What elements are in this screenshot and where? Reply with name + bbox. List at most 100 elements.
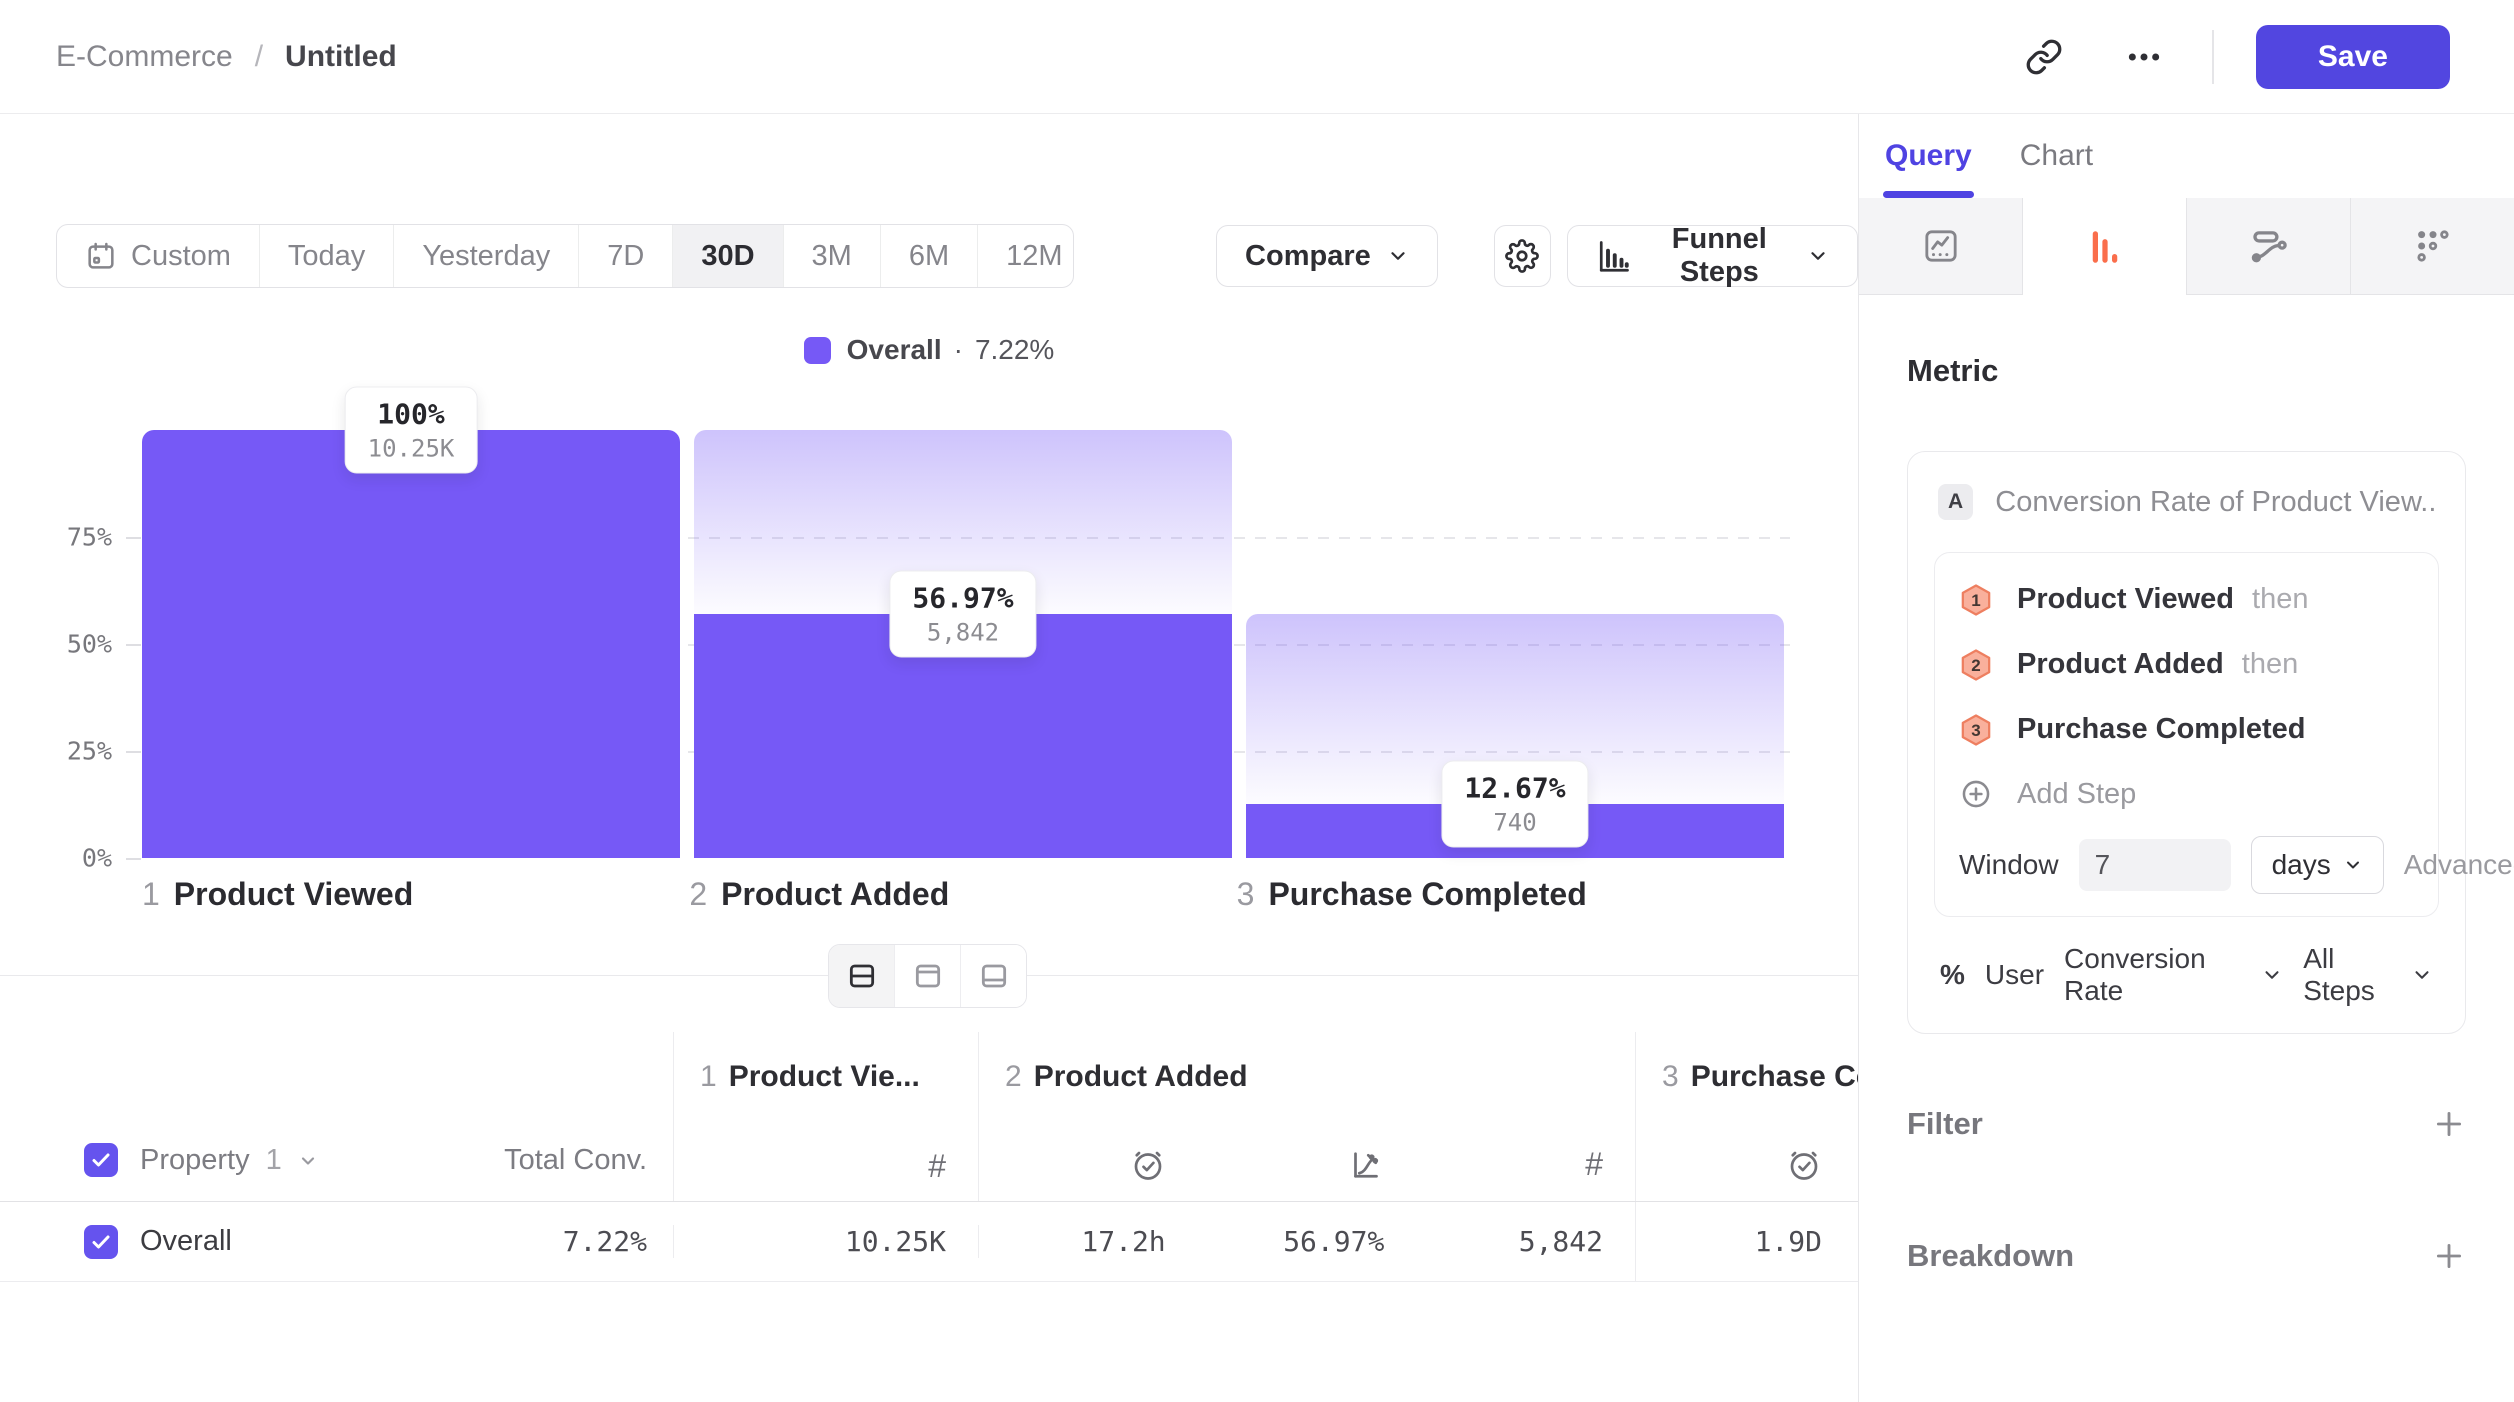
column-step-2-title[interactable]: 2 Product Added bbox=[979, 1060, 1635, 1094]
funnel-report-app: E-Commerce / Untitled Save bbox=[0, 0, 2514, 1402]
avg-time-to-convert-icon[interactable] bbox=[979, 1147, 1198, 1183]
breadcrumb-report-title[interactable]: Untitled bbox=[285, 40, 397, 74]
save-button[interactable]: Save bbox=[2256, 25, 2450, 89]
measurement-row: % User Conversion Rate All Steps bbox=[1934, 943, 2439, 1007]
funnel-bars-icon bbox=[2084, 226, 2126, 268]
chevron-down-icon bbox=[2261, 964, 2283, 986]
date-range-control: Custom Today Yesterday 7D 30D 3M 6M 12M … bbox=[56, 224, 1074, 288]
panel-tabs: Query Chart bbox=[1859, 114, 2514, 198]
tab-query[interactable]: Query bbox=[1885, 114, 1972, 198]
select-all-checkbox[interactable] bbox=[84, 1143, 118, 1177]
window-unit-label: days bbox=[2272, 849, 2331, 881]
query-step-3[interactable]: 3 Purchase Completed bbox=[1959, 697, 2414, 762]
flows-icon bbox=[2248, 225, 2290, 267]
advanced-toggle[interactable]: Advanced bbox=[2404, 849, 2514, 881]
metric-title-row[interactable]: A Conversion Rate of Product View... bbox=[1934, 476, 2439, 528]
date-range-30d[interactable]: 30D bbox=[673, 225, 783, 287]
funnel-step-label-1: 1Product Viewed bbox=[142, 876, 689, 913]
query-panel: Query Chart bbox=[1858, 114, 2514, 1402]
property-selector[interactable]: Property 1 bbox=[140, 1144, 318, 1177]
add-filter-button[interactable] bbox=[2432, 1107, 2466, 1141]
copy-link-button[interactable] bbox=[2018, 31, 2070, 83]
y-axis-tick-label: 50% bbox=[8, 630, 112, 659]
funnel-bar-1[interactable] bbox=[142, 430, 680, 858]
content: Custom Today Yesterday 7D 30D 3M 6M 12M … bbox=[0, 114, 2514, 1402]
step-index: 2 bbox=[1005, 1060, 1022, 1094]
report-type-funnels-tab[interactable] bbox=[2023, 198, 2187, 295]
y-axis-tick-label: 0% bbox=[8, 844, 112, 873]
step-2-conversion-rate: 56.97% bbox=[1198, 1225, 1417, 1258]
date-range-3m[interactable]: 3M bbox=[784, 225, 881, 287]
date-range-6m[interactable]: 6M bbox=[881, 225, 978, 287]
window-value-input[interactable] bbox=[2079, 839, 2231, 891]
date-range-7d[interactable]: 7D bbox=[579, 225, 673, 287]
tab-chart[interactable]: Chart bbox=[2020, 114, 2093, 198]
funnel-step-label-3: 3Purchase Completed bbox=[1237, 876, 1784, 913]
report-type-flows-tab[interactable] bbox=[2187, 198, 2351, 295]
report-type-retention-tab[interactable] bbox=[2351, 198, 2514, 295]
column-step-1-metrics: # bbox=[674, 1149, 978, 1183]
table-row-overall[interactable]: Overall 7.22% 10.25K 17.2h 56.97% 5,842 bbox=[0, 1202, 1858, 1282]
add-breakdown-button[interactable] bbox=[2432, 1239, 2466, 1273]
row-checkbox[interactable] bbox=[84, 1225, 118, 1259]
report-type-insights-tab[interactable] bbox=[1859, 198, 2023, 295]
layout-table-only-button[interactable] bbox=[961, 945, 1026, 1007]
breadcrumb: E-Commerce / Untitled bbox=[56, 40, 397, 74]
percent-symbol: % bbox=[1940, 959, 1965, 991]
column-step-1-title[interactable]: 1 Product Vie... bbox=[674, 1060, 978, 1094]
layout-chart-only-button[interactable] bbox=[895, 945, 961, 1007]
row-property-cell: Overall 7.22% bbox=[0, 1225, 673, 1259]
chart-table-divider bbox=[0, 975, 1858, 976]
query-step-1[interactable]: 1 Product Viewed then bbox=[1959, 567, 2414, 632]
chart-legend: Overall · 7.22% bbox=[0, 334, 1858, 366]
add-step-button[interactable]: Add Step bbox=[1959, 762, 2414, 826]
funnel-steps-card: 1 Product Viewed then 2 Product Added th… bbox=[1934, 552, 2439, 917]
query-panel-body: Metric A Conversion Rate of Product View… bbox=[1859, 353, 2514, 1274]
table-header-property: Property 1 Total Conv. bbox=[0, 1032, 673, 1201]
conversion-count: 10.25K bbox=[368, 435, 455, 463]
chart-settings-button[interactable] bbox=[1494, 225, 1551, 287]
step-2-count: 5,842 bbox=[1416, 1225, 1635, 1258]
calendar-icon bbox=[85, 240, 117, 272]
y-axis-tick-label: 25% bbox=[8, 737, 112, 766]
row-step-2-cell: 17.2h 56.97% 5,842 bbox=[978, 1225, 1635, 1258]
measurement-select[interactable]: Conversion Rate bbox=[2064, 943, 2283, 1007]
date-range-12m[interactable]: 12M bbox=[978, 225, 1074, 287]
conversion-rate-icon[interactable] bbox=[1198, 1147, 1417, 1183]
window-unit-select[interactable]: days bbox=[2251, 836, 2384, 894]
layout-split-view-button[interactable] bbox=[829, 945, 895, 1007]
chevron-down-icon bbox=[2411, 964, 2433, 986]
query-step-2[interactable]: 2 Product Added then bbox=[1959, 632, 2414, 697]
compare-button[interactable]: Compare bbox=[1216, 225, 1438, 287]
counting-entity[interactable]: User bbox=[1985, 959, 2044, 991]
step-event-name: Purchase Completed bbox=[2017, 713, 2305, 746]
total-conversion-header[interactable]: Total Conv. bbox=[504, 1144, 647, 1177]
y-axis-tick-label: 75% bbox=[8, 523, 112, 552]
step-index: 3 bbox=[1662, 1060, 1679, 1094]
column-step-3-title[interactable]: 3 Purchase Completed bbox=[1636, 1060, 1858, 1094]
conversion-count: 740 bbox=[1464, 808, 1565, 836]
chevron-down-icon bbox=[1807, 245, 1829, 267]
date-range-custom-label: Custom bbox=[131, 240, 231, 273]
column-step-2-metrics: # bbox=[979, 1147, 1635, 1183]
svg-text:2: 2 bbox=[1971, 655, 1980, 674]
count-metric-icon[interactable]: # bbox=[1416, 1147, 1635, 1183]
more-options-button[interactable] bbox=[2118, 31, 2170, 83]
row-step-1-cell: 10.25K bbox=[673, 1225, 978, 1258]
date-range-today[interactable]: Today bbox=[260, 225, 394, 287]
row-name: Overall bbox=[140, 1225, 232, 1258]
date-range-yesterday[interactable]: Yesterday bbox=[394, 225, 579, 287]
conversion-percent: 12.67% bbox=[1464, 771, 1565, 804]
gear-icon bbox=[1505, 239, 1539, 273]
breadcrumb-project[interactable]: E-Commerce bbox=[56, 40, 233, 74]
add-step-label: Add Step bbox=[2017, 778, 2136, 811]
y-axis-tick bbox=[126, 858, 141, 860]
avg-time-to-convert-icon[interactable] bbox=[1636, 1147, 1858, 1183]
total-conversion-value: 7.22% bbox=[563, 1225, 647, 1258]
chart-type-button[interactable]: Funnel Steps bbox=[1567, 225, 1858, 287]
steps-scope-select[interactable]: All Steps bbox=[2303, 943, 2433, 1007]
count-metric-icon[interactable]: # bbox=[674, 1149, 978, 1183]
date-range-custom[interactable]: Custom bbox=[57, 225, 260, 287]
filter-section: Filter bbox=[1907, 1106, 2466, 1142]
chevron-down-icon bbox=[298, 1151, 318, 1171]
